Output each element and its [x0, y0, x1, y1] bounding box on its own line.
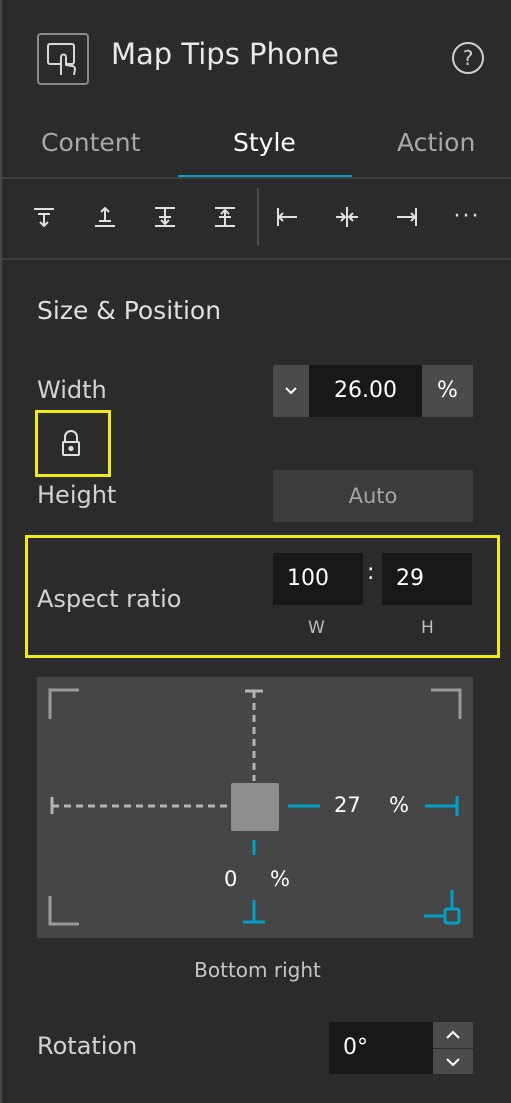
width-input[interactable]: 26.00: [309, 365, 422, 417]
toolbar-divider: [257, 188, 259, 246]
rotation-input[interactable]: 0°: [329, 1022, 433, 1074]
height-label: Height: [37, 481, 117, 509]
right-offset-value[interactable]: 27: [334, 793, 361, 817]
aspect-ratio-label: Aspect ratio: [37, 585, 182, 613]
align-bottom-icon[interactable]: [146, 198, 184, 236]
distribute-vertical-icon[interactable]: [206, 198, 244, 236]
style-panel: Map Tips Phone ? Content Style Action ··…: [0, 0, 511, 1103]
width-label: Width: [37, 376, 107, 404]
lock-icon[interactable]: [57, 428, 85, 460]
more-icon[interactable]: ···: [448, 198, 486, 236]
toolbar-divider-bottom: [2, 258, 511, 260]
tab-style[interactable]: Style: [233, 128, 296, 157]
aspect-separator: :: [367, 560, 375, 585]
aspect-width-input[interactable]: 100: [273, 553, 363, 605]
rotation-increment-button[interactable]: [433, 1022, 473, 1048]
width-unit-button[interactable]: %: [422, 365, 473, 417]
anchor-caption: Bottom right: [194, 958, 321, 982]
element-position-handle[interactable]: [231, 783, 279, 831]
section-title: Size & Position: [37, 296, 222, 325]
tabs-divider: [2, 177, 511, 179]
aspect-h-label: H: [421, 618, 434, 638]
align-left-icon[interactable]: [268, 198, 306, 236]
tab-action[interactable]: Action: [397, 128, 475, 157]
bottom-offset-unit[interactable]: %: [270, 867, 290, 891]
page-title: Map Tips Phone: [111, 37, 339, 71]
tab-content[interactable]: Content: [41, 128, 140, 157]
rotation-label: Rotation: [37, 1032, 138, 1060]
help-icon[interactable]: ?: [452, 42, 484, 74]
align-horizontal-center-icon[interactable]: [328, 198, 366, 236]
height-auto-button[interactable]: Auto: [273, 470, 473, 522]
align-right-icon[interactable]: [388, 198, 426, 236]
right-offset-unit[interactable]: %: [389, 793, 409, 817]
align-top-icon[interactable]: [25, 198, 63, 236]
bottom-offset-value[interactable]: 0: [224, 867, 237, 891]
rotation-decrement-button[interactable]: [433, 1048, 473, 1074]
touch-gesture-icon: [37, 33, 89, 85]
aspect-w-label: W: [308, 618, 325, 638]
aspect-height-input[interactable]: 29: [382, 553, 472, 605]
width-mode-dropdown[interactable]: [273, 365, 309, 417]
align-vertical-center-icon[interactable]: [86, 198, 124, 236]
